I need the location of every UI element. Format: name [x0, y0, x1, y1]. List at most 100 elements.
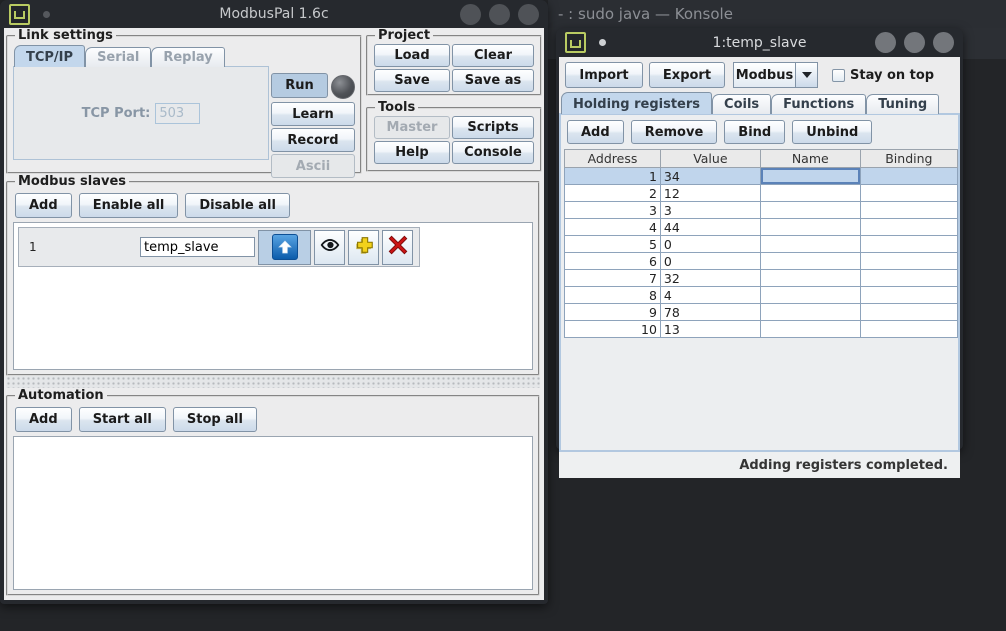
name-cell[interactable] — [760, 321, 860, 338]
window-menu-icon[interactable] — [9, 4, 30, 25]
address-cell[interactable]: 10 — [565, 321, 661, 338]
value-cell[interactable]: 44 — [660, 219, 760, 236]
value-cell[interactable]: 0 — [660, 253, 760, 270]
dialog-maximize-button[interactable] — [904, 32, 925, 53]
name-cell[interactable] — [760, 287, 860, 304]
scripts-button[interactable]: Scripts — [452, 116, 534, 139]
address-cell[interactable]: 7 — [565, 270, 661, 287]
maximize-button[interactable] — [489, 4, 510, 25]
binding-cell[interactable] — [860, 185, 957, 202]
import-button[interactable]: Import — [565, 62, 643, 88]
dialog-close-button[interactable] — [933, 32, 954, 53]
register-row[interactable]: 33 — [565, 202, 958, 219]
run-button[interactable]: Run — [271, 73, 328, 98]
value-cell[interactable]: 0 — [660, 236, 760, 253]
name-cell[interactable] — [760, 219, 860, 236]
register-bind-button[interactable]: Bind — [724, 120, 785, 144]
binding-cell[interactable] — [860, 168, 957, 185]
dialog-titlebar[interactable]: 1:temp_slave — [556, 28, 963, 57]
name-header[interactable]: Name — [760, 150, 860, 168]
register-row[interactable]: 84 — [565, 287, 958, 304]
enable-all-button[interactable]: Enable all — [79, 193, 179, 218]
tab-functions[interactable]: Functions — [771, 94, 866, 114]
address-header[interactable]: Address — [565, 150, 661, 168]
register-row[interactable]: 444 — [565, 219, 958, 236]
register-row[interactable]: 732 — [565, 270, 958, 287]
tcp-port-field[interactable] — [155, 103, 200, 124]
tab-serial[interactable]: Serial — [85, 47, 151, 67]
binding-cell[interactable] — [860, 287, 957, 304]
value-cell[interactable]: 13 — [660, 321, 760, 338]
dialog-menu-icon[interactable] — [565, 32, 586, 53]
name-cell[interactable] — [760, 168, 860, 185]
address-cell[interactable]: 2 — [565, 185, 661, 202]
value-cell[interactable]: 32 — [660, 270, 760, 287]
name-cell[interactable] — [760, 253, 860, 270]
register-row[interactable]: 60 — [565, 253, 958, 270]
name-cell[interactable] — [760, 236, 860, 253]
record-button[interactable]: Record — [271, 128, 355, 152]
binding-cell[interactable] — [860, 270, 957, 287]
register-row[interactable]: 978 — [565, 304, 958, 321]
register-row[interactable]: 134 — [565, 168, 958, 185]
binding-cell[interactable] — [860, 202, 957, 219]
register-row[interactable]: 1013 — [565, 321, 958, 338]
start-all-button[interactable]: Start all — [79, 407, 166, 432]
name-cell[interactable] — [760, 202, 860, 219]
name-cell[interactable] — [760, 185, 860, 202]
value-cell[interactable]: 12 — [660, 185, 760, 202]
register-unbind-button[interactable]: Unbind — [792, 120, 872, 144]
combo-down-arrow-icon[interactable] — [795, 62, 818, 88]
address-cell[interactable]: 1 — [565, 168, 661, 185]
slave-enabled-toggle[interactable] — [258, 230, 311, 265]
address-cell[interactable]: 9 — [565, 304, 661, 321]
binding-cell[interactable] — [860, 321, 957, 338]
console-button[interactable]: Console — [452, 141, 534, 164]
split-divider[interactable] — [6, 376, 540, 388]
slave-view-button[interactable] — [314, 230, 345, 265]
slave-name-field[interactable] — [140, 237, 255, 257]
address-cell[interactable]: 6 — [565, 253, 661, 270]
modbuspal-titlebar[interactable]: ModbusPal 1.6c — [0, 0, 548, 28]
name-cell[interactable] — [760, 304, 860, 321]
register-remove-button[interactable]: Remove — [631, 120, 718, 144]
slave-add-automation-button[interactable] — [348, 230, 379, 265]
learn-button[interactable]: Learn — [271, 102, 355, 126]
tab-coils[interactable]: Coils — [712, 94, 771, 114]
binding-cell[interactable] — [860, 304, 957, 321]
slave-delete-button[interactable] — [382, 230, 413, 265]
address-cell[interactable]: 3 — [565, 202, 661, 219]
binding-header[interactable]: Binding — [860, 150, 957, 168]
address-cell[interactable]: 5 — [565, 236, 661, 253]
binding-cell[interactable] — [860, 219, 957, 236]
address-cell[interactable]: 4 — [565, 219, 661, 236]
address-cell[interactable]: 8 — [565, 287, 661, 304]
tab-tcpip[interactable]: TCP/IP — [14, 45, 85, 67]
register-add-button[interactable]: Add — [567, 120, 624, 144]
automation-add-button[interactable]: Add — [15, 407, 72, 432]
tab-holding-registers[interactable]: Holding registers — [561, 92, 712, 114]
disable-all-button[interactable]: Disable all — [185, 193, 290, 218]
stay-on-top-checkbox[interactable] — [832, 69, 845, 82]
slave-add-button[interactable]: Add — [15, 193, 72, 218]
register-row[interactable]: 212 — [565, 185, 958, 202]
load-button[interactable]: Load — [374, 44, 450, 67]
save-button[interactable]: Save — [374, 69, 450, 92]
stop-all-button[interactable]: Stop all — [173, 407, 257, 432]
value-header[interactable]: Value — [660, 150, 760, 168]
value-cell[interactable]: 78 — [660, 304, 760, 321]
register-row[interactable]: 50 — [565, 236, 958, 253]
clear-button[interactable]: Clear — [452, 44, 534, 67]
save-as-button[interactable]: Save as — [452, 69, 534, 92]
tab-tuning[interactable]: Tuning — [866, 94, 939, 114]
protocol-combo[interactable]: Modbus — [733, 62, 818, 88]
binding-cell[interactable] — [860, 253, 957, 270]
konsole-titlebar[interactable]: - : sudo java — Konsole — [548, 0, 1006, 28]
value-cell[interactable]: 34 — [660, 168, 760, 185]
value-cell[interactable]: 3 — [660, 202, 760, 219]
export-button[interactable]: Export — [649, 62, 725, 88]
close-button[interactable] — [518, 4, 539, 25]
binding-cell[interactable] — [860, 236, 957, 253]
help-button[interactable]: Help — [374, 141, 450, 164]
name-cell[interactable] — [760, 270, 860, 287]
